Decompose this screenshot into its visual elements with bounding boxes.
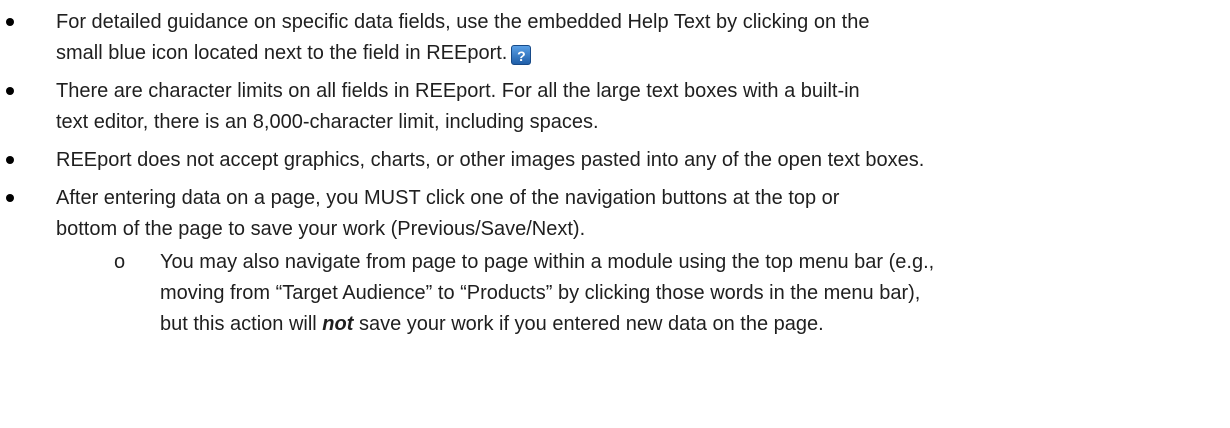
text-line: small blue icon located next to the fiel… [56, 38, 1230, 69]
text-line: but this action will not save your work … [160, 309, 1230, 340]
text-line: There are character limits on all fields… [56, 80, 860, 102]
text-span: small blue icon located next to the fiel… [56, 42, 508, 64]
text-line: After entering data on a page, you MUST … [56, 187, 840, 209]
text-line: You may also navigate from page to page … [160, 251, 935, 273]
text-span: but this action will [160, 313, 323, 335]
document-body: For detailed guidance on specific data f… [0, 7, 1230, 347]
list-item: After entering data on a page, you MUST … [0, 183, 1230, 340]
bullet-dot [6, 87, 14, 95]
emphasis-not: not [322, 313, 354, 335]
text-line: text editor, there is an 8,000-character… [56, 111, 599, 133]
bullet-dot [6, 18, 14, 26]
bullet-dot [6, 194, 14, 202]
text-line: REEport does not accept graphics, charts… [56, 149, 925, 171]
text-line: bottom of the page to save your work (Pr… [56, 218, 586, 240]
list-item: For detailed guidance on specific data f… [0, 7, 1230, 69]
text-line: moving from “Target Audience” to “Produc… [160, 282, 921, 304]
help-icon[interactable]: ? [511, 45, 532, 65]
sub-bullet-marker: o [114, 251, 126, 273]
sub-list-item: o You may also navigate from page to pag… [56, 247, 1230, 340]
list-item: REEport does not accept graphics, charts… [0, 145, 1230, 176]
text-span: save your work if you entered new data o… [353, 313, 824, 335]
bullet-dot [6, 156, 14, 164]
list-item: There are character limits on all fields… [0, 76, 1230, 138]
text-line: For detailed guidance on specific data f… [56, 11, 870, 33]
